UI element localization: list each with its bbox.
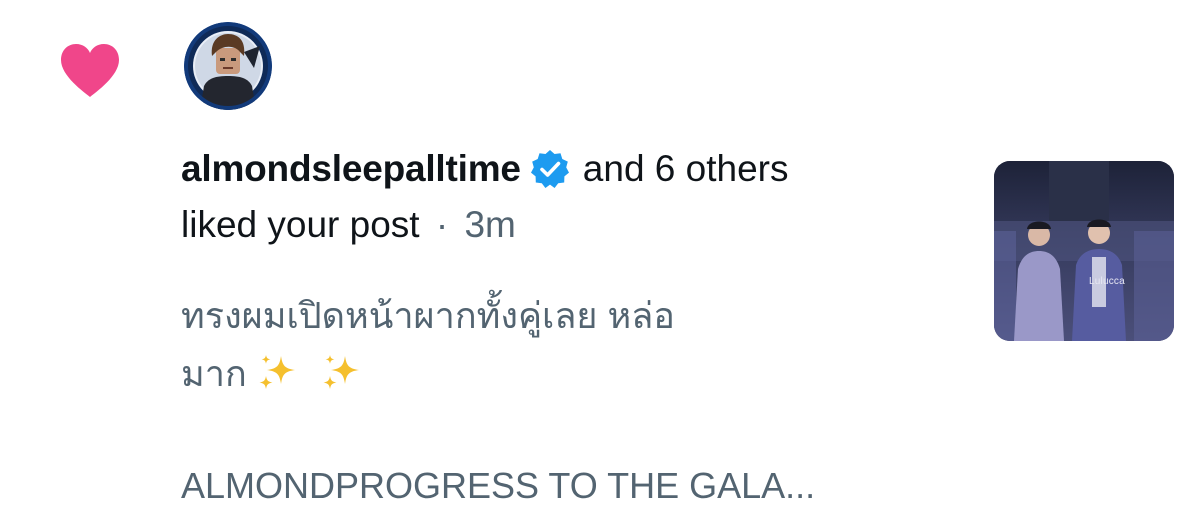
others-count-link[interactable]: and 6 others	[583, 141, 789, 197]
actor-line: almondsleepalltime and 6 others	[181, 141, 961, 197]
username-link[interactable]: almondsleepalltime	[181, 141, 521, 197]
timestamp: 3m	[464, 204, 516, 245]
thumbnail-watermark: Lulucca	[1089, 276, 1125, 287]
avatar[interactable]	[184, 22, 272, 110]
sparkles-icon	[323, 355, 359, 389]
action-line: liked your post · 3m	[181, 197, 961, 253]
thumbnail-image	[994, 161, 1174, 341]
post-text-line2: มาก	[181, 353, 247, 394]
notification-content: almondsleepalltime and 6 others liked yo…	[181, 141, 961, 403]
verified-badge-icon	[530, 150, 569, 188]
like-notification[interactable]: almondsleepalltime and 6 others liked yo…	[0, 0, 1199, 508]
action-text: liked your post	[181, 204, 420, 245]
avatar-image	[184, 22, 272, 110]
separator-dot: ·	[435, 204, 449, 245]
post-thumbnail[interactable]: Lulucca	[994, 161, 1174, 341]
post-text-line1: ทรงผมเปิดหน้าผากทั้งคู่เลย หล่อ	[181, 295, 675, 336]
sparkles-icon	[259, 355, 295, 389]
post-teaser: ALMONDPROGRESS TO THE GALA...	[181, 465, 816, 506]
post-text: ทรงผมเปิดหน้าผากทั้งคู่เลย หล่อ มาก	[181, 287, 821, 403]
heart-icon	[61, 44, 119, 97]
